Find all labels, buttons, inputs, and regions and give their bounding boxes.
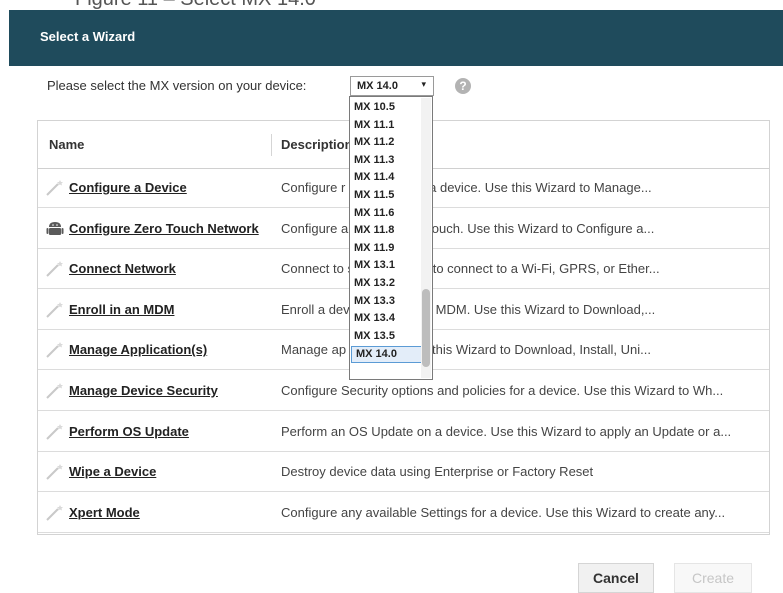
mx-version-option[interactable]: MX 14.0 bbox=[351, 346, 430, 364]
wand-icon bbox=[45, 504, 65, 522]
mx-version-option[interactable]: MX 13.5 bbox=[350, 329, 418, 344]
mx-version-select[interactable]: MX 14.0 ▾ bbox=[350, 76, 434, 96]
dialog-titlebar: Select a Wizard bbox=[9, 10, 783, 66]
mx-version-value: MX 14.0 bbox=[357, 80, 398, 92]
wizard-description: Perform an OS Update on a device. Use th… bbox=[281, 423, 732, 439]
wizard-name-link[interactable]: Enroll in an MDM bbox=[69, 302, 174, 317]
column-divider bbox=[271, 134, 272, 156]
wand-icon bbox=[45, 179, 65, 197]
wizard-name-link[interactable]: Wipe a Device bbox=[69, 464, 156, 479]
wizard-name-link[interactable]: Xpert Mode bbox=[69, 505, 140, 520]
wand-icon bbox=[45, 260, 65, 278]
wizard-name-link[interactable]: Configure Zero Touch Network bbox=[69, 221, 259, 236]
mx-version-option[interactable]: MX 11.1 bbox=[350, 118, 418, 133]
wizard-description: Destroy device data using Enterprise or … bbox=[281, 464, 594, 480]
mx-version-dropdown[interactable]: MX 10.5 MX 11.1 MX 11.2 MX 11.3 MX 11.4 MX 11… bbox=[349, 96, 433, 380]
table-row[interactable]: Xpert Mode Configure any available Settin… bbox=[38, 493, 769, 533]
chevron-down-icon: ▾ bbox=[421, 79, 426, 89]
mx-version-option[interactable]: MX 11.8 bbox=[350, 223, 418, 238]
mx-version-option[interactable]: MX 11.3 bbox=[350, 153, 418, 168]
android-icon bbox=[45, 220, 65, 238]
wizard-name-link[interactable]: Perform OS Update bbox=[69, 424, 189, 439]
mx-version-option[interactable]: MX 11.2 bbox=[350, 135, 418, 150]
mx-version-option[interactable]: MX 13.4 bbox=[350, 311, 418, 326]
wand-icon bbox=[45, 382, 65, 400]
mx-version-option[interactable]: MX 11.4 bbox=[350, 170, 418, 185]
dialog-title: Select a Wizard bbox=[40, 29, 136, 44]
wizard-description: Configure any available Settings for a d… bbox=[281, 504, 726, 520]
question-icon[interactable]: ? bbox=[455, 78, 471, 94]
dropdown-scroll-thumb[interactable] bbox=[422, 289, 430, 367]
mx-version-option[interactable]: MX 11.6 bbox=[350, 206, 418, 221]
wizard-name-link[interactable]: Connect Network bbox=[69, 261, 176, 276]
wizard-name-link[interactable]: Manage Application(s) bbox=[69, 342, 207, 357]
create-button[interactable]: Create bbox=[674, 563, 752, 593]
table-row[interactable]: Perform OS Update Perform an OS Update on… bbox=[38, 412, 769, 452]
wand-icon bbox=[45, 301, 65, 319]
mx-version-option[interactable]: MX 13.3 bbox=[350, 294, 418, 309]
column-header-name[interactable]: Name bbox=[49, 137, 84, 152]
wand-icon bbox=[45, 423, 65, 441]
wizard-name-link[interactable]: Configure a Device bbox=[69, 180, 187, 195]
column-header-description[interactable]: Description bbox=[281, 137, 353, 152]
mx-version-label: Please select the MX version on your dev… bbox=[47, 78, 307, 93]
wizard-name-link[interactable]: Manage Device Security bbox=[69, 383, 218, 398]
mx-version-option[interactable]: MX 13.2 bbox=[350, 276, 418, 291]
wand-icon bbox=[45, 341, 65, 359]
wand-icon bbox=[45, 463, 65, 481]
mx-version-option[interactable]: MX 11.9 bbox=[350, 241, 418, 256]
wizard-description: Configure Security options and policies … bbox=[281, 383, 724, 398]
mx-version-option[interactable]: MX 11.5 bbox=[350, 188, 418, 203]
mx-version-option[interactable]: MX 13.1 bbox=[350, 258, 418, 273]
table-row[interactable]: Wipe a Device Destroy device data using E… bbox=[38, 452, 769, 493]
mx-version-option[interactable]: MX 10.5 bbox=[350, 100, 418, 115]
cancel-button[interactable]: Cancel bbox=[578, 563, 654, 593]
figure-caption: Figure 11 – Select MX 14.0 bbox=[75, 0, 316, 10]
